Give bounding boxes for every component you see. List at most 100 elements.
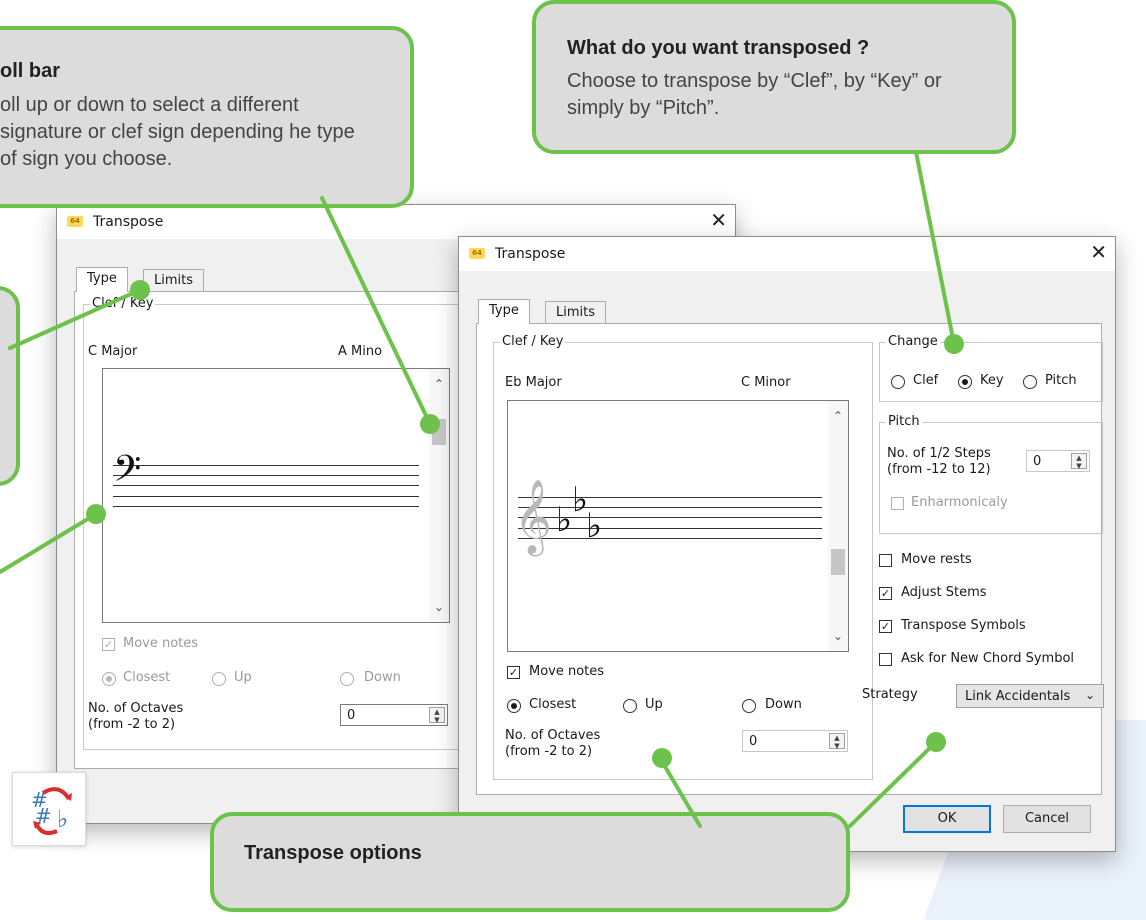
octaves-label: No. of Octaves	[505, 728, 601, 743]
closest-label: Closest	[529, 697, 577, 712]
callout-transpose-options: Transpose options	[210, 812, 850, 912]
octaves-range-label: (from -2 to 2)	[505, 744, 593, 759]
staff-line	[113, 485, 419, 486]
ask-chord-checkbox[interactable]	[879, 653, 892, 666]
app-icon: 64	[469, 248, 485, 259]
staff-line	[518, 497, 822, 498]
ok-button[interactable]: OK	[903, 805, 991, 833]
scroll-up-icon[interactable]: ⌃	[429, 377, 449, 391]
down-label: Down	[364, 670, 401, 685]
steps-label: No. of 1/2 Steps	[887, 446, 991, 461]
move-rests-label: Move rests	[901, 552, 972, 567]
octaves-stepper[interactable]: 0 ▲ ▼	[340, 704, 448, 726]
flat-icon: ♭	[586, 506, 603, 546]
title-bar[interactable]: 64 Transpose ✕	[57, 205, 735, 239]
clef-radio[interactable]	[891, 375, 905, 389]
steps-range-label: (from -12 to 12)	[887, 462, 991, 477]
callout-anchor-dot	[86, 504, 106, 524]
steps-value: 0	[1033, 454, 1042, 469]
change-group: Change	[879, 334, 1103, 402]
adjust-stems-checkbox[interactable]: ✓	[879, 587, 892, 600]
strategy-value: Link Accidentals	[965, 689, 1071, 704]
callout-title: What do you want transposed ?	[567, 37, 870, 59]
up-label: Up	[645, 697, 663, 712]
adjust-stems-label: Adjust Stems	[901, 585, 987, 600]
spin-arrows-icon[interactable]: ▲ ▼	[429, 707, 445, 724]
strategy-select[interactable]: Link Accidentals ⌄	[956, 684, 1104, 708]
move-notes-checkbox[interactable]: ✓	[102, 638, 115, 651]
change-label: Change	[886, 334, 940, 349]
callout-anchor-dot	[130, 280, 150, 300]
scroll-thumb[interactable]	[831, 549, 845, 575]
closest-label: Closest	[123, 670, 171, 685]
transpose-dialog-front: 64 Transpose ✕ Type Limits Clef / Key Eb…	[458, 236, 1116, 852]
callout-scroll-bar: oll bar oll up or down to select a diffe…	[0, 26, 414, 208]
cancel-button[interactable]: Cancel	[1003, 805, 1091, 833]
move-notes-label: Move notes	[529, 664, 605, 679]
scroll-down-icon[interactable]: ⌄	[429, 600, 449, 614]
callout-body: oll up or down to select a different sig…	[0, 94, 355, 170]
close-icon[interactable]: ✕	[710, 208, 727, 232]
callout-anchor-dot	[652, 748, 672, 768]
octaves-stepper[interactable]: 0 ▲ ▼	[742, 730, 848, 752]
bass-clef-icon: 𝄢	[113, 448, 142, 499]
down-label: Down	[765, 697, 802, 712]
scroll-down-icon[interactable]: ⌄	[828, 629, 848, 643]
ask-chord-label: Ask for New Chord Symbol	[901, 651, 1075, 666]
octaves-value: 0	[749, 734, 758, 749]
transpose-symbols-checkbox[interactable]: ✓	[879, 620, 892, 633]
closest-radio[interactable]	[102, 672, 116, 686]
transpose-symbols-label: Transpose Symbols	[901, 618, 1026, 633]
up-radio[interactable]	[212, 672, 226, 686]
clef-label: Clef	[913, 373, 939, 388]
callout-left-partial	[0, 286, 20, 486]
spin-arrows-icon[interactable]: ▲ ▼	[829, 733, 845, 750]
dialog-title: Transpose	[495, 246, 566, 262]
close-icon[interactable]: ✕	[1090, 240, 1107, 264]
move-notes-checkbox[interactable]: ✓	[507, 666, 520, 679]
staff-line	[113, 506, 419, 507]
key-minor-label: C Minor	[741, 375, 791, 390]
up-radio[interactable]	[623, 699, 637, 713]
move-notes-label: Move notes	[123, 636, 199, 651]
down-radio[interactable]	[742, 699, 756, 713]
key-scrollbar[interactable]: ⌃ ⌄	[429, 369, 449, 622]
callout-title: Transpose options	[244, 842, 422, 864]
down-radio[interactable]	[340, 672, 354, 686]
app-icon: 64	[67, 216, 83, 227]
staff-preview: 𝄞 ♭ ♭ ♭ ⌃ ⌄	[507, 400, 849, 652]
chevron-down-icon: ⌄	[1084, 688, 1095, 702]
strategy-label: Strategy	[862, 687, 918, 702]
tab-limits[interactable]: Limits	[143, 269, 204, 292]
callout-anchor-dot	[926, 732, 946, 752]
tab-limits[interactable]: Limits	[545, 301, 606, 324]
octaves-range-label: (from -2 to 2)	[88, 717, 176, 732]
octaves-value: 0	[347, 708, 356, 723]
enharmonic-checkbox[interactable]	[891, 497, 904, 510]
callout-anchor-dot	[944, 334, 964, 354]
key-major-label: C Major	[88, 344, 138, 359]
steps-stepper[interactable]: 0 ▲ ▼	[1026, 450, 1090, 472]
key-radio[interactable]	[958, 375, 972, 389]
up-label: Up	[234, 670, 252, 685]
callout-what-transposed: What do you want transposed ? Choose to …	[532, 0, 1016, 154]
closest-radio[interactable]	[507, 699, 521, 713]
key-scrollbar[interactable]: ⌃ ⌄	[828, 401, 848, 651]
tab-type[interactable]: Type	[76, 267, 128, 292]
staff-line	[113, 496, 419, 497]
callout-body: Choose to transpose by “Clef”, by “Key” …	[567, 70, 942, 119]
scroll-up-icon[interactable]: ⌃	[828, 409, 848, 423]
transpose-logo-icon: # # ♭	[12, 772, 86, 846]
staff-line	[113, 475, 419, 476]
move-rests-checkbox[interactable]	[879, 554, 892, 567]
key-major-label: Eb Major	[505, 375, 562, 390]
flat-icon: ♭	[556, 500, 573, 540]
pitch-radio[interactable]	[1023, 375, 1037, 389]
spin-arrows-icon[interactable]: ▲ ▼	[1071, 453, 1087, 470]
staff-line	[113, 465, 419, 466]
tab-type[interactable]: Type	[478, 299, 530, 324]
enharmonic-label: Enharmonicaly	[911, 495, 1008, 510]
title-bar[interactable]: 64 Transpose ✕	[459, 237, 1115, 271]
pitch-label: Pitch	[1045, 373, 1077, 388]
octaves-label: No. of Octaves	[88, 701, 184, 716]
